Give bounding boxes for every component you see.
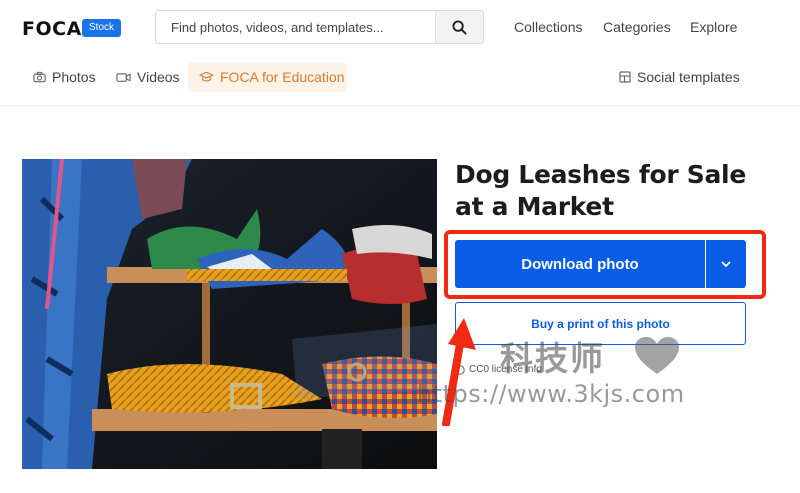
watermark-url: https://www.3kjs.com xyxy=(417,380,685,408)
subnav-education-label: FOCA for Education xyxy=(220,69,345,85)
nav-collections[interactable]: Collections xyxy=(514,19,582,35)
heart-icon xyxy=(635,337,679,374)
photo-title-line-1: Dog Leashes for Sale xyxy=(455,160,746,189)
watermark-chinese: 科技师 xyxy=(500,339,605,378)
arrow-annotation-icon xyxy=(442,318,476,426)
stock-badge: Stock xyxy=(82,19,122,37)
subnav-videos-label: Videos xyxy=(137,69,180,85)
nav-categories[interactable]: Categories xyxy=(603,19,671,35)
subnav-photos-label: Photos xyxy=(52,69,96,85)
download-options-button[interactable] xyxy=(706,240,746,288)
camera-icon xyxy=(33,71,46,83)
subnav-education[interactable]: FOCA for Education xyxy=(188,62,347,92)
download-photo-button[interactable]: Download photo xyxy=(455,240,705,288)
logo[interactable]: FOCA xyxy=(22,18,82,40)
template-icon xyxy=(619,71,631,83)
subnav-social-templates[interactable]: Social templates xyxy=(619,62,740,92)
chevron-down-icon xyxy=(721,261,731,267)
search-icon xyxy=(452,19,467,35)
photo-title: Dog Leashes for Sale at a Market xyxy=(455,159,755,223)
nav-explore[interactable]: Explore xyxy=(690,19,737,35)
video-icon xyxy=(116,72,131,83)
photo-title-line-2: at a Market xyxy=(455,192,614,221)
search-button[interactable] xyxy=(435,11,483,43)
subnav-photos[interactable]: Photos xyxy=(33,62,96,92)
search-bar xyxy=(155,10,484,44)
subnav-social-label: Social templates xyxy=(637,69,740,85)
graduation-cap-icon xyxy=(199,71,214,83)
subnav-videos[interactable]: Videos xyxy=(116,62,180,92)
top-bar: FOCA Stock Collections Categories Explor… xyxy=(0,0,800,106)
search-input[interactable] xyxy=(156,11,436,43)
photo-dog-leashes[interactable] xyxy=(22,159,437,469)
button-divider xyxy=(705,240,706,288)
